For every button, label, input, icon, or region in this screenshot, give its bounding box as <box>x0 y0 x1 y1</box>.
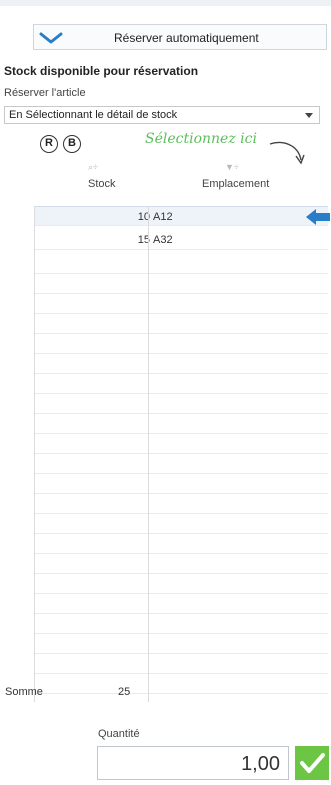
reservation-mode-select[interactable]: En Sélectionnant le détail de stock <box>4 106 320 124</box>
dropdown-caret-icon <box>305 113 313 118</box>
selection-arrow-icon <box>306 209 330 225</box>
empty-table-row <box>35 474 328 494</box>
sum-label: Somme <box>5 686 43 698</box>
empty-table-row <box>35 494 328 514</box>
check-icon[interactable] <box>295 746 329 780</box>
empty-table-row <box>35 454 328 474</box>
column-header-location[interactable]: Emplacement <box>202 178 269 190</box>
empty-table-row <box>35 334 328 354</box>
empty-table-row <box>35 414 328 434</box>
auto-reserve-button[interactable]: Réserver automatiquement <box>33 24 327 50</box>
reserve-article-label: Réserver l'article <box>4 87 86 99</box>
top-strip <box>0 0 331 6</box>
hint-arrow-icon <box>269 141 305 165</box>
quantity-label: Quantité <box>98 728 140 740</box>
empty-table-row <box>35 614 328 634</box>
table-row[interactable]: 10 A12 <box>35 206 328 226</box>
chevron-down-icon <box>39 32 63 44</box>
search-icon[interactable]: ⌕÷ <box>88 162 98 173</box>
empty-table-row <box>35 514 328 534</box>
cell-location: A32 <box>153 234 173 246</box>
stock-table: 10 A12 15 A32 <box>34 206 328 702</box>
empty-table-row <box>35 674 328 694</box>
empty-table-row <box>35 314 328 334</box>
empty-table-row <box>35 574 328 594</box>
empty-table-row <box>35 534 328 554</box>
empty-table-row <box>35 434 328 454</box>
empty-table-row <box>35 254 328 274</box>
auto-reserve-label: Réserver automatiquement <box>114 31 259 45</box>
empty-table-row <box>35 274 328 294</box>
sum-value: 25 <box>118 686 131 698</box>
column-header-stock[interactable]: Stock <box>88 178 116 190</box>
empty-table-row <box>35 654 328 674</box>
empty-table-row <box>35 554 328 574</box>
empty-table-row <box>35 394 328 414</box>
quantity-input[interactable]: 1,00 <box>97 746 289 780</box>
badge-b: B <box>63 135 81 153</box>
cell-location: A12 <box>153 211 173 223</box>
empty-table-row <box>35 594 328 614</box>
select-here-hint: Sélectionnez ici <box>145 131 257 147</box>
column-divider <box>148 206 149 702</box>
badge-r: R <box>40 135 58 153</box>
empty-table-row <box>35 294 328 314</box>
empty-table-row <box>35 374 328 394</box>
quantity-value: 1,00 <box>241 753 280 775</box>
section-title: Stock disponible pour réservation <box>4 64 199 78</box>
filter-icon[interactable]: ▼÷ <box>225 162 239 172</box>
empty-table-row <box>35 354 328 374</box>
empty-table-row <box>35 634 328 654</box>
table-row[interactable]: 15 A32 <box>35 230 328 250</box>
reservation-mode-value: En Sélectionnant le détail de stock <box>9 109 178 121</box>
